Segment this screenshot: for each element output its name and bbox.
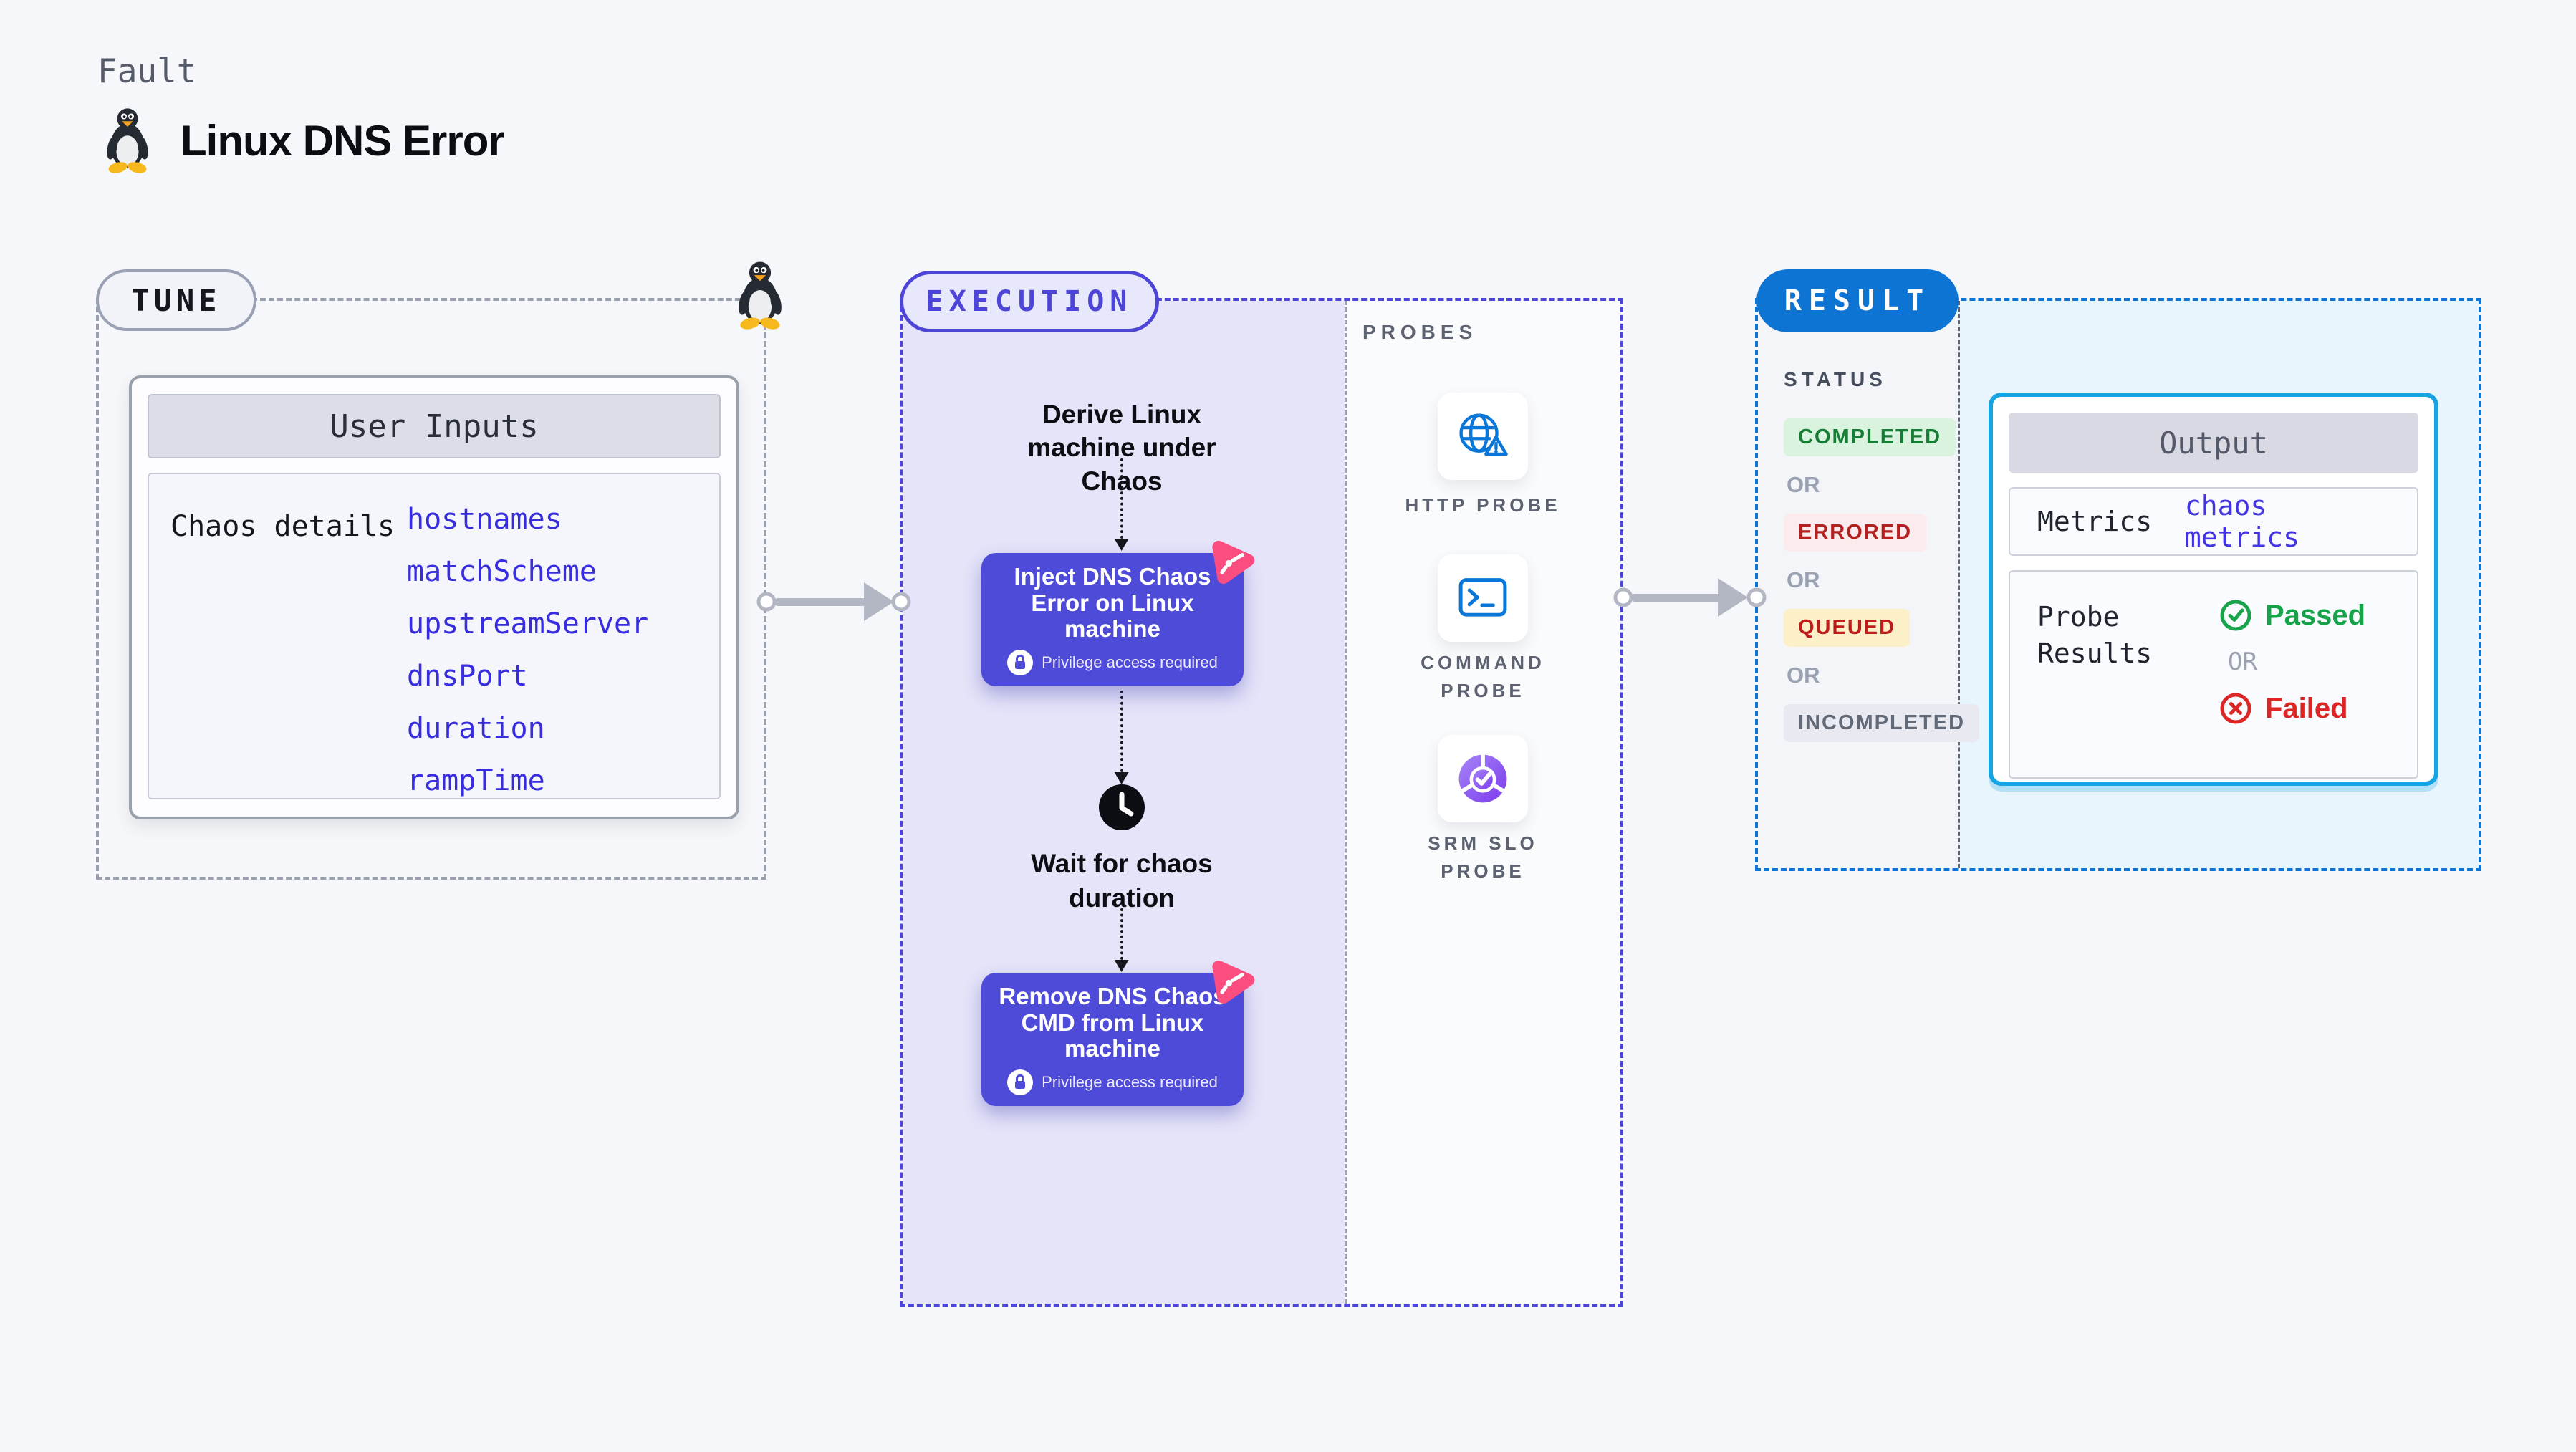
check-circle-icon <box>2220 600 2251 631</box>
connector-arrowhead <box>1114 772 1129 784</box>
status-label: STATUS <box>1784 368 1887 390</box>
fault-diagram: Fault Linux DNS Error TUNE User Inputs C… <box>0 0 2576 1452</box>
result-input-port <box>1746 587 1767 607</box>
input-duration: duration <box>407 712 545 745</box>
remove-dns-chaos-node: Remove DNS Chaos CMD from Linux machine … <box>981 973 1244 1106</box>
metrics-row: Metrics chaos metrics <box>2009 487 2418 556</box>
input-dnsport: dnsPort <box>407 660 528 693</box>
failed-row: Failed <box>2219 692 2365 725</box>
output-header: Output <box>2009 413 2418 473</box>
input-upstreamserver: upstreamServer <box>407 607 649 640</box>
input-ramptime: rampTime <box>407 764 545 797</box>
lock-icon <box>1007 650 1034 676</box>
http-probe-card <box>1438 393 1528 480</box>
wait-step-label: Wait for chaos duration <box>1031 849 1213 913</box>
remove-node-note: Privilege access required <box>1007 1069 1218 1096</box>
probes-label: PROBES <box>1363 321 1478 343</box>
linux-tux-icon-small <box>736 261 784 331</box>
chaos-metrics-link[interactable]: chaos metrics <box>2185 490 2390 553</box>
status-badge-queued: QUEUED <box>1784 609 1911 647</box>
probe-results-row: Probe Results Passed OR Failed <box>2009 570 2418 779</box>
chaos-experiment-icon <box>1205 956 1259 1010</box>
execution-input-port <box>891 592 911 612</box>
execution-badge: EXECUTION <box>900 271 1159 332</box>
execution-output-port <box>1613 587 1633 607</box>
status-badge-completed: COMPLETED <box>1784 418 1956 456</box>
passed-row: Passed <box>2219 599 2365 632</box>
connector-derive-inject <box>1120 458 1123 539</box>
command-probe-label: COMMAND PROBE <box>1421 652 1545 701</box>
or-separator: OR <box>2228 648 2257 676</box>
output-card: Output Metrics chaos metrics Probe Resul… <box>1989 393 2438 786</box>
probe-results-values: Passed OR Failed <box>2219 599 2365 750</box>
status-list: COMPLETED OR ERRORED OR QUEUED OR INCOMP… <box>1784 418 1980 742</box>
wait-clock-icon <box>1099 784 1145 830</box>
chaos-inputs-list: hostnames matchScheme upstreamServer dns… <box>407 503 649 797</box>
globe-warning-icon <box>1459 413 1508 456</box>
input-hostnames: hostnames <box>407 503 562 536</box>
x-circle-icon <box>2220 693 2251 724</box>
user-inputs-header: User Inputs <box>148 394 721 458</box>
tune-badge: TUNE <box>96 269 256 331</box>
chaos-details-label: Chaos details <box>170 510 395 543</box>
chaos-experiment-icon <box>1205 536 1259 590</box>
command-probe-card <box>1438 554 1528 642</box>
lock-icon <box>1007 1069 1034 1096</box>
http-probe-label: HTTP PROBE <box>1405 494 1561 516</box>
metrics-label: Metrics <box>2037 506 2153 537</box>
status-badge-errored: ERRORED <box>1784 514 1927 552</box>
srm-slo-probe-label: SRM SLO PROBE <box>1428 832 1538 882</box>
connector-arrowhead <box>1114 539 1129 551</box>
user-inputs-card: User Inputs Chaos details hostnames matc… <box>129 375 739 819</box>
donut-check-icon <box>1458 753 1507 803</box>
inject-dns-chaos-node: Inject DNS Chaos Error on Linux machine … <box>981 553 1244 686</box>
linux-tux-icon <box>105 108 150 175</box>
connector-inject-wait <box>1120 691 1123 772</box>
or-separator: OR <box>1787 472 1820 497</box>
result-badge: RESULT <box>1756 269 1959 332</box>
connector-wait-remove <box>1120 908 1123 960</box>
page-title: Linux DNS Error <box>181 116 505 165</box>
input-matchscheme: matchScheme <box>407 555 597 588</box>
terminal-icon <box>1458 578 1507 617</box>
tune-output-port <box>756 592 777 612</box>
or-separator: OR <box>1787 663 1820 688</box>
connector-arrowhead <box>1114 960 1129 972</box>
inject-node-title: Inject DNS Chaos Error on Linux machine <box>1014 562 1211 643</box>
or-separator: OR <box>1787 567 1820 592</box>
inject-node-note: Privilege access required <box>1007 650 1218 676</box>
srm-slo-probe-card <box>1438 735 1528 822</box>
user-inputs-body: Chaos details hostnames matchScheme upst… <box>148 473 721 799</box>
probe-results-label: Probe Results <box>2037 601 2153 670</box>
fault-eyebrow: Fault <box>97 52 197 90</box>
status-badge-incompleted: INCOMPLETED <box>1784 704 1980 742</box>
remove-node-title: Remove DNS Chaos CMD from Linux machine <box>999 982 1226 1062</box>
